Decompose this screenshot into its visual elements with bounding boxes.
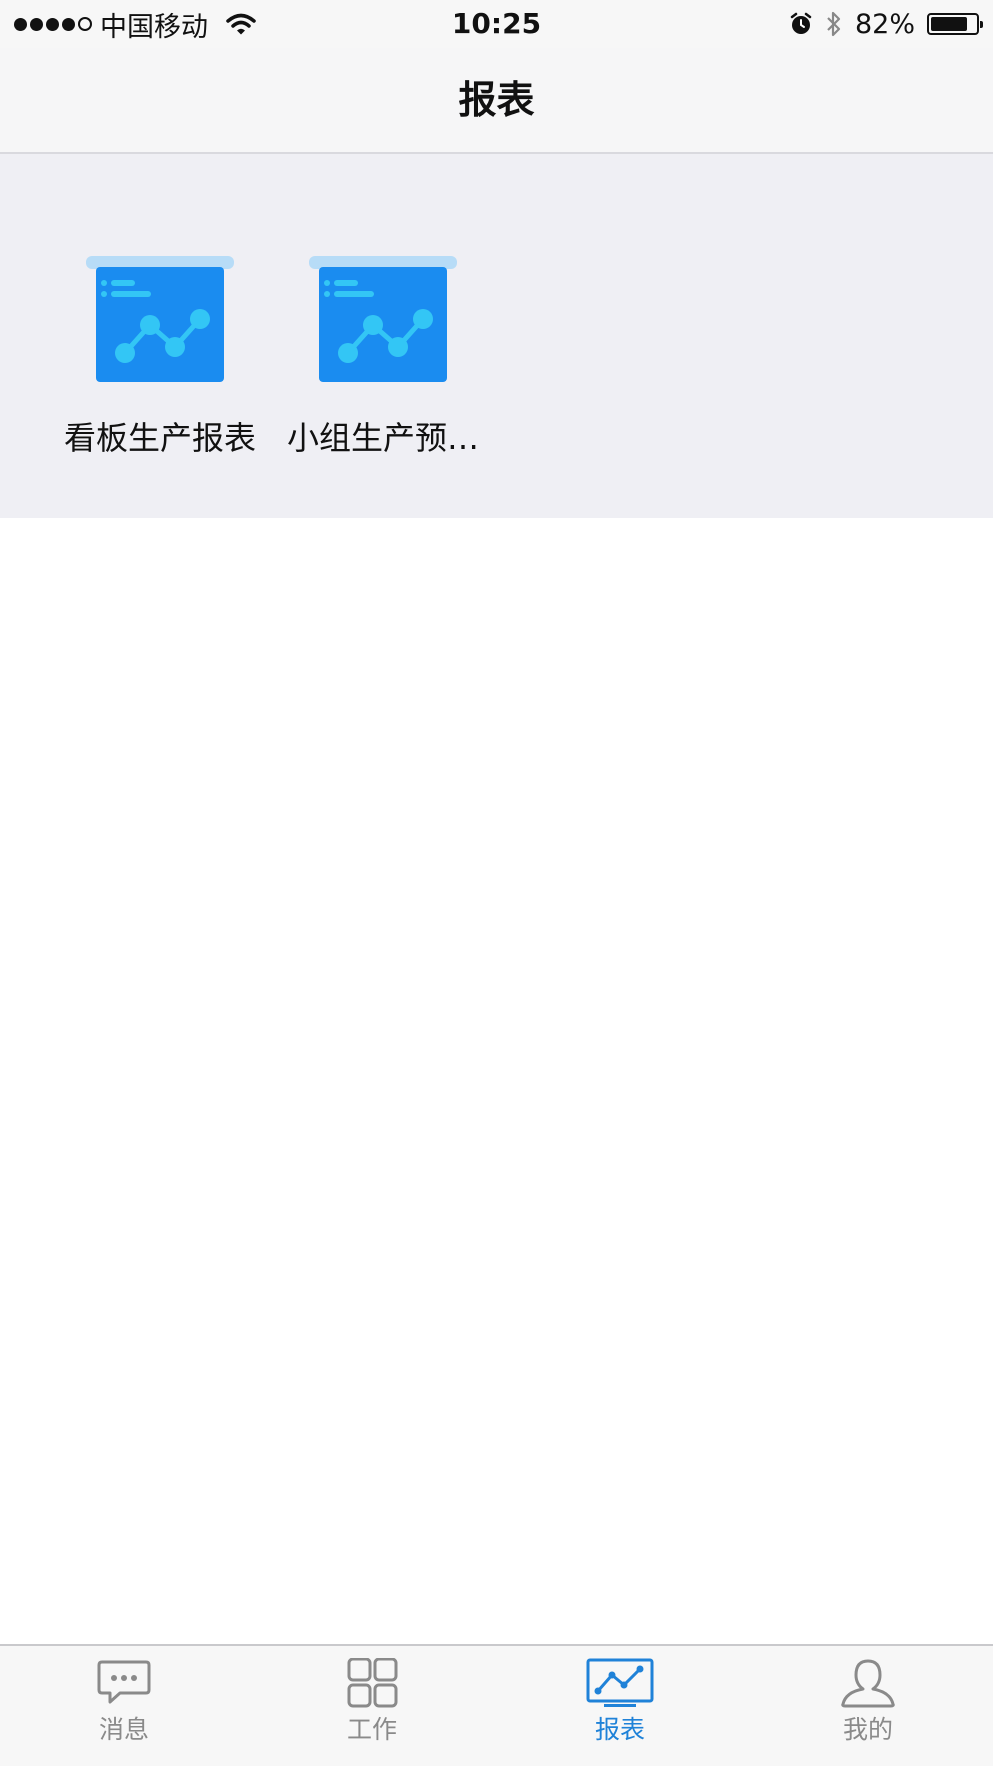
line-chart-icon: [586, 1658, 654, 1707]
report-label: 看板生产报表: [63, 419, 256, 457]
battery-icon: [927, 13, 983, 35]
status-bar: 中国移动 10:25 82%: [0, 0, 993, 48]
status-right: 82%: [789, 0, 983, 48]
carrier-name: 中国移动: [100, 11, 208, 43]
grid-icon: [347, 1658, 398, 1708]
report-chart-icon: [309, 256, 457, 382]
report-item-kanban[interactable]: 看板生产报表: [49, 254, 271, 457]
tab-label: 消息: [98, 1715, 149, 1744]
report-item-group-production[interactable]: 小组生产预…: [272, 254, 494, 457]
page-title: 报表: [458, 78, 535, 122]
person-icon: [841, 1659, 895, 1708]
tab-me[interactable]: 我的: [744, 1646, 992, 1766]
wifi-icon: [226, 13, 256, 35]
bluetooth-icon: [827, 11, 841, 37]
tab-reports[interactable]: 报表: [496, 1646, 744, 1766]
report-label: 小组生产预…: [286, 419, 479, 457]
navigation-bar: 报表: [0, 48, 993, 154]
tab-label: 工作: [346, 1715, 397, 1744]
tab-label: 我的: [842, 1715, 893, 1744]
status-left: 中国移动: [14, 0, 256, 48]
tab-label: 报表: [594, 1715, 645, 1744]
tab-messages[interactable]: 消息: [0, 1646, 248, 1766]
signal-dots-icon: [14, 17, 92, 31]
battery-percent: 82%: [854, 8, 915, 40]
report-grid: 看板生产报表 小组生产预…: [0, 154, 993, 518]
tab-work[interactable]: 工作: [248, 1646, 496, 1766]
chat-bubble-icon: [97, 1660, 151, 1704]
report-chart-icon: [86, 256, 234, 382]
battery-fill: [931, 17, 967, 31]
alarm-icon: [790, 12, 812, 34]
tab-bar: 消息 工作 报表 我的: [0, 1644, 993, 1766]
